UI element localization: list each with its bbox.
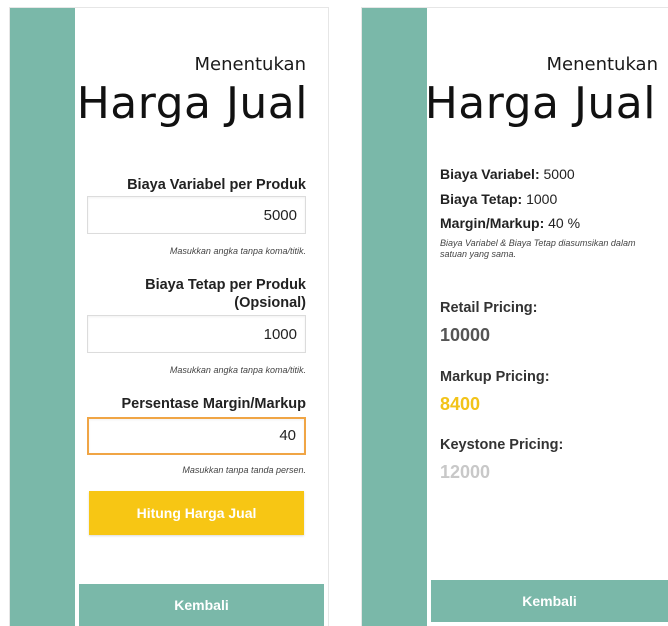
fixed-cost-label: Biaya Tetap per Produk (Opsional) <box>145 276 306 312</box>
result-screen: Menentukan Harga Jual Biaya Variabel: 50… <box>362 8 668 626</box>
margin-hint: Masukkan tanpa tanda persen. <box>182 465 306 475</box>
side-accent-stripe <box>362 8 427 626</box>
fixed-cost-hint: Masukkan angka tanpa koma/titik. <box>169 365 306 375</box>
input-screen: Menentukan Harga Jual Biaya Variabel per… <box>10 8 328 626</box>
back-button[interactable]: Kembali <box>431 580 668 622</box>
back-button[interactable]: Kembali <box>79 584 324 626</box>
title-small: Menentukan <box>194 54 306 75</box>
summary-fixed-value: 1000 <box>526 191 558 207</box>
variable-cost-input[interactable]: 5000 <box>87 196 306 234</box>
summary-fixed-cost: Biaya Tetap: 1000 <box>440 191 557 207</box>
summary-margin: Margin/Markup: 40 % <box>440 215 580 231</box>
retail-pricing-label: Retail Pricing: <box>440 300 538 316</box>
fixed-cost-label-line1: Biaya Tetap per Produk <box>145 277 306 293</box>
assumption-note: Biaya Variabel & Biaya Tetap diasumsikan… <box>440 238 636 259</box>
variable-cost-hint: Masukkan angka tanpa koma/titik. <box>169 246 306 256</box>
keystone-pricing-value: 12000 <box>440 462 491 482</box>
page-title: Harga Jual <box>424 78 656 129</box>
summary-variable-label: Biaya Variabel: <box>440 166 540 182</box>
calculate-button[interactable]: Hitung Harga Jual <box>89 491 304 535</box>
summary-margin-value: 40 % <box>548 215 581 231</box>
page-title: Harga Jual <box>76 78 308 129</box>
fixed-cost-label-line2: (Opsional) <box>234 295 306 311</box>
margin-label: Persentase Margin/Markup <box>121 396 306 412</box>
summary-fixed-label: Biaya Tetap: <box>440 191 523 207</box>
retail-pricing-value: 10000 <box>440 325 491 345</box>
title-small: Menentukan <box>546 54 658 75</box>
variable-cost-label: Biaya Variabel per Produk <box>127 177 306 193</box>
fixed-cost-input[interactable]: 1000 <box>87 315 306 353</box>
summary-margin-label: Margin/Markup: <box>440 215 545 231</box>
markup-pricing-label: Markup Pricing: <box>440 369 550 385</box>
result-screen-content: Menentukan Harga Jual Biaya Variabel: 50… <box>424 8 668 626</box>
side-accent-stripe <box>10 8 75 626</box>
keystone-pricing-label: Keystone Pricing: <box>440 437 564 453</box>
markup-pricing-value: 8400 <box>440 394 481 414</box>
input-screen-content: Menentukan Harga Jual Biaya Variabel per… <box>75 8 328 626</box>
margin-input[interactable]: 40 <box>87 417 306 455</box>
summary-variable-value: 5000 <box>543 166 575 182</box>
summary-variable-cost: Biaya Variabel: 5000 <box>440 166 575 182</box>
